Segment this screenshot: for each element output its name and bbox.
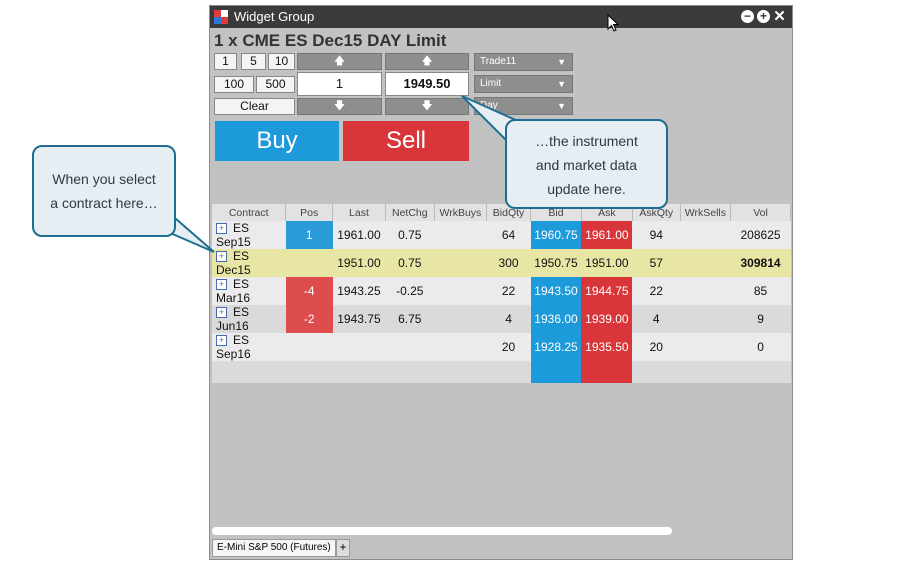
left-callout-line-1: When you select bbox=[52, 171, 156, 187]
right-callout-line-2: and market data bbox=[535, 157, 638, 173]
right-callout: …the instrument and market data update h… bbox=[505, 119, 668, 209]
callout-pointers bbox=[167, 95, 522, 253]
right-callout-line-1: …the instrument bbox=[535, 133, 638, 149]
left-callout: When you select a contract here… bbox=[32, 145, 176, 237]
left-callout-line-2: a contract here… bbox=[50, 195, 158, 211]
right-callout-line-3: update here. bbox=[547, 181, 626, 197]
